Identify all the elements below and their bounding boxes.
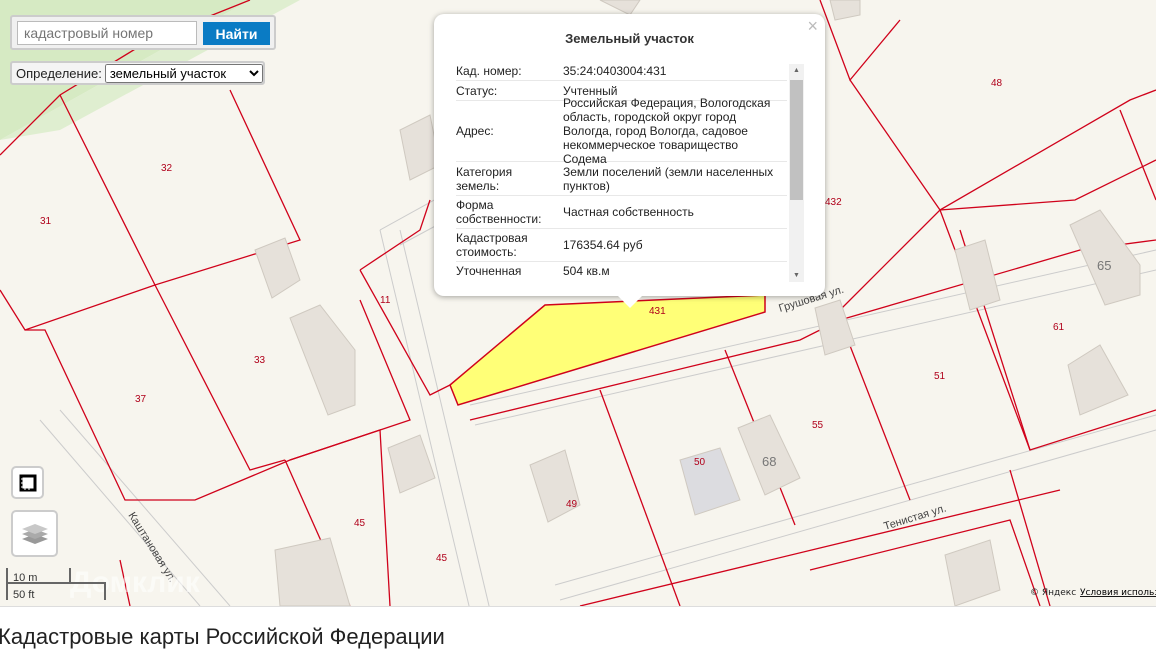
cadastral-map[interactable]: 31 32 33 37 11 45 45 49 50 68 55 51 61 6…: [0, 0, 1156, 606]
ruler-button[interactable]: [11, 466, 44, 499]
row-key: Уточненная площадь:: [456, 262, 559, 282]
parcel-label: 31: [40, 216, 52, 227]
parcel-info-popup: × Земельный участок Кад. номер: 35:24:040…: [434, 14, 825, 308]
parcel-label: 45: [436, 553, 448, 564]
parcel-label: 33: [254, 355, 266, 366]
row-value: Земли поселений (земли населенных пункто…: [563, 164, 774, 193]
house-number: 65: [1097, 258, 1111, 273]
table-row: Категория земель: Земли поселений (земли …: [456, 162, 787, 196]
table-row: Форма собственности: Частная собственност…: [456, 196, 787, 229]
house-number: 68: [762, 454, 776, 469]
row-key: Категория земель:: [456, 162, 559, 195]
search-panel: Найти: [10, 15, 276, 50]
parcel-label: 32: [161, 163, 173, 174]
street-label: Тенистая ул.: [882, 502, 947, 532]
layers-icon: [21, 523, 48, 544]
search-button[interactable]: Найти: [203, 22, 270, 45]
row-key: Кадастровая стоимость:: [456, 229, 559, 261]
table-row: Кадастровая стоимость: 176354.64 руб: [456, 229, 787, 262]
parcel-label: 431: [649, 306, 666, 317]
parcel-label: 432: [825, 197, 842, 208]
row-value: 504 кв.м: [563, 264, 610, 278]
page-heading: Кадастровые карты Российской Федерации: [0, 624, 445, 649]
selected-parcel-431[interactable]: [449, 294, 766, 406]
parcel-label: 51: [934, 371, 946, 382]
page-footer: Кадастровые карты Российской Федерации: [0, 606, 1156, 649]
ruler-icon: [19, 474, 36, 491]
scale-metric: 10 m: [13, 572, 37, 584]
table-row: Адрес: Российская Федерация, Вологодская …: [456, 96, 787, 166]
definition-panel: Определение: земельный участок: [10, 61, 265, 85]
row-key: Форма собственности:: [456, 196, 559, 228]
scroll-down-icon[interactable]: ▼: [789, 272, 804, 279]
cadastral-number-input[interactable]: [17, 21, 197, 45]
parcel-label: 61: [1053, 322, 1065, 333]
row-value: 176354.64 руб: [563, 238, 643, 252]
row-key: Кад. номер:: [456, 62, 559, 80]
popup-scrollbar[interactable]: ▲ ▼: [789, 64, 804, 282]
table-row: Кад. номер: 35:24:0403004:431: [456, 62, 787, 81]
scrollbar-thumb[interactable]: [790, 80, 803, 200]
parcel-label: 37: [135, 394, 147, 405]
layers-button[interactable]: [11, 510, 58, 557]
parcel-label: 55: [812, 420, 824, 431]
popup-title: Земельный участок: [565, 31, 694, 46]
table-row: Уточненная площадь: 504 кв.м: [456, 262, 787, 282]
parcel-info-table: Кад. номер: 35:24:0403004:431 Статус: Учте…: [456, 62, 787, 282]
scale-imperial: 50 ft: [13, 589, 34, 601]
parcel-label: 50: [694, 457, 706, 468]
row-value: 35:24:0403004:431: [563, 64, 667, 78]
terms-link[interactable]: Условия использования: [1080, 588, 1156, 598]
row-key: Статус:: [456, 81, 559, 100]
parcel-label: 11: [380, 295, 391, 306]
copyright: © Яндекс: [1030, 588, 1076, 598]
row-key: Адрес:: [456, 101, 559, 161]
definition-label: Определение:: [16, 65, 102, 81]
parcel-label: 48: [991, 78, 1003, 89]
row-value: Частная собственность: [563, 205, 694, 219]
row-value: Российская Федерация, Вологодская област…: [563, 96, 771, 166]
definition-select[interactable]: земельный участок: [104, 63, 263, 83]
scroll-up-icon[interactable]: ▲: [789, 67, 804, 74]
parcel-label: 45: [354, 518, 366, 529]
parcel-label: 49: [566, 499, 578, 510]
